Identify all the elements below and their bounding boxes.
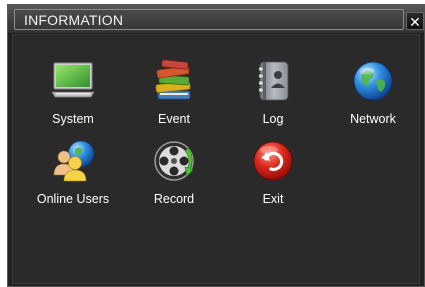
menu-item-record[interactable]: Record — [132, 131, 216, 206]
information-window: INFORMATION ✕ System Event Log Network O… — [7, 4, 425, 287]
exit-arrow-icon — [253, 141, 293, 181]
menu-item-label: System — [52, 112, 94, 126]
menu-item-label: Network — [350, 112, 396, 126]
monitor-icon — [51, 62, 95, 98]
menu-item-event[interactable]: Event — [132, 51, 216, 126]
menu-item-label: Event — [158, 112, 190, 126]
menu-item-system[interactable]: System — [31, 51, 115, 126]
title-bar: INFORMATION ✕ — [8, 5, 424, 34]
menu-item-label: Log — [262, 112, 284, 126]
menu-item-label: Exit — [262, 192, 284, 206]
menu-item-online-users[interactable]: Online Users — [31, 131, 115, 206]
menu-item-label: Online Users — [36, 192, 110, 206]
film-reel-icon — [154, 141, 194, 181]
menu-item-label: Record — [153, 192, 195, 206]
menu-item-exit[interactable]: Exit — [231, 131, 315, 206]
users-globe-icon — [53, 140, 95, 182]
window-title: INFORMATION — [24, 12, 124, 28]
notebook-icon — [258, 61, 289, 101]
books-stack-icon — [155, 59, 191, 100]
title-box: INFORMATION — [14, 9, 404, 30]
information-menu: System Event Log Network Online Users Re… — [12, 34, 420, 284]
menu-item-log[interactable]: Log — [231, 51, 315, 126]
close-button[interactable]: ✕ — [406, 12, 424, 30]
menu-item-network[interactable]: Network — [331, 51, 415, 126]
globe-icon — [353, 61, 393, 101]
